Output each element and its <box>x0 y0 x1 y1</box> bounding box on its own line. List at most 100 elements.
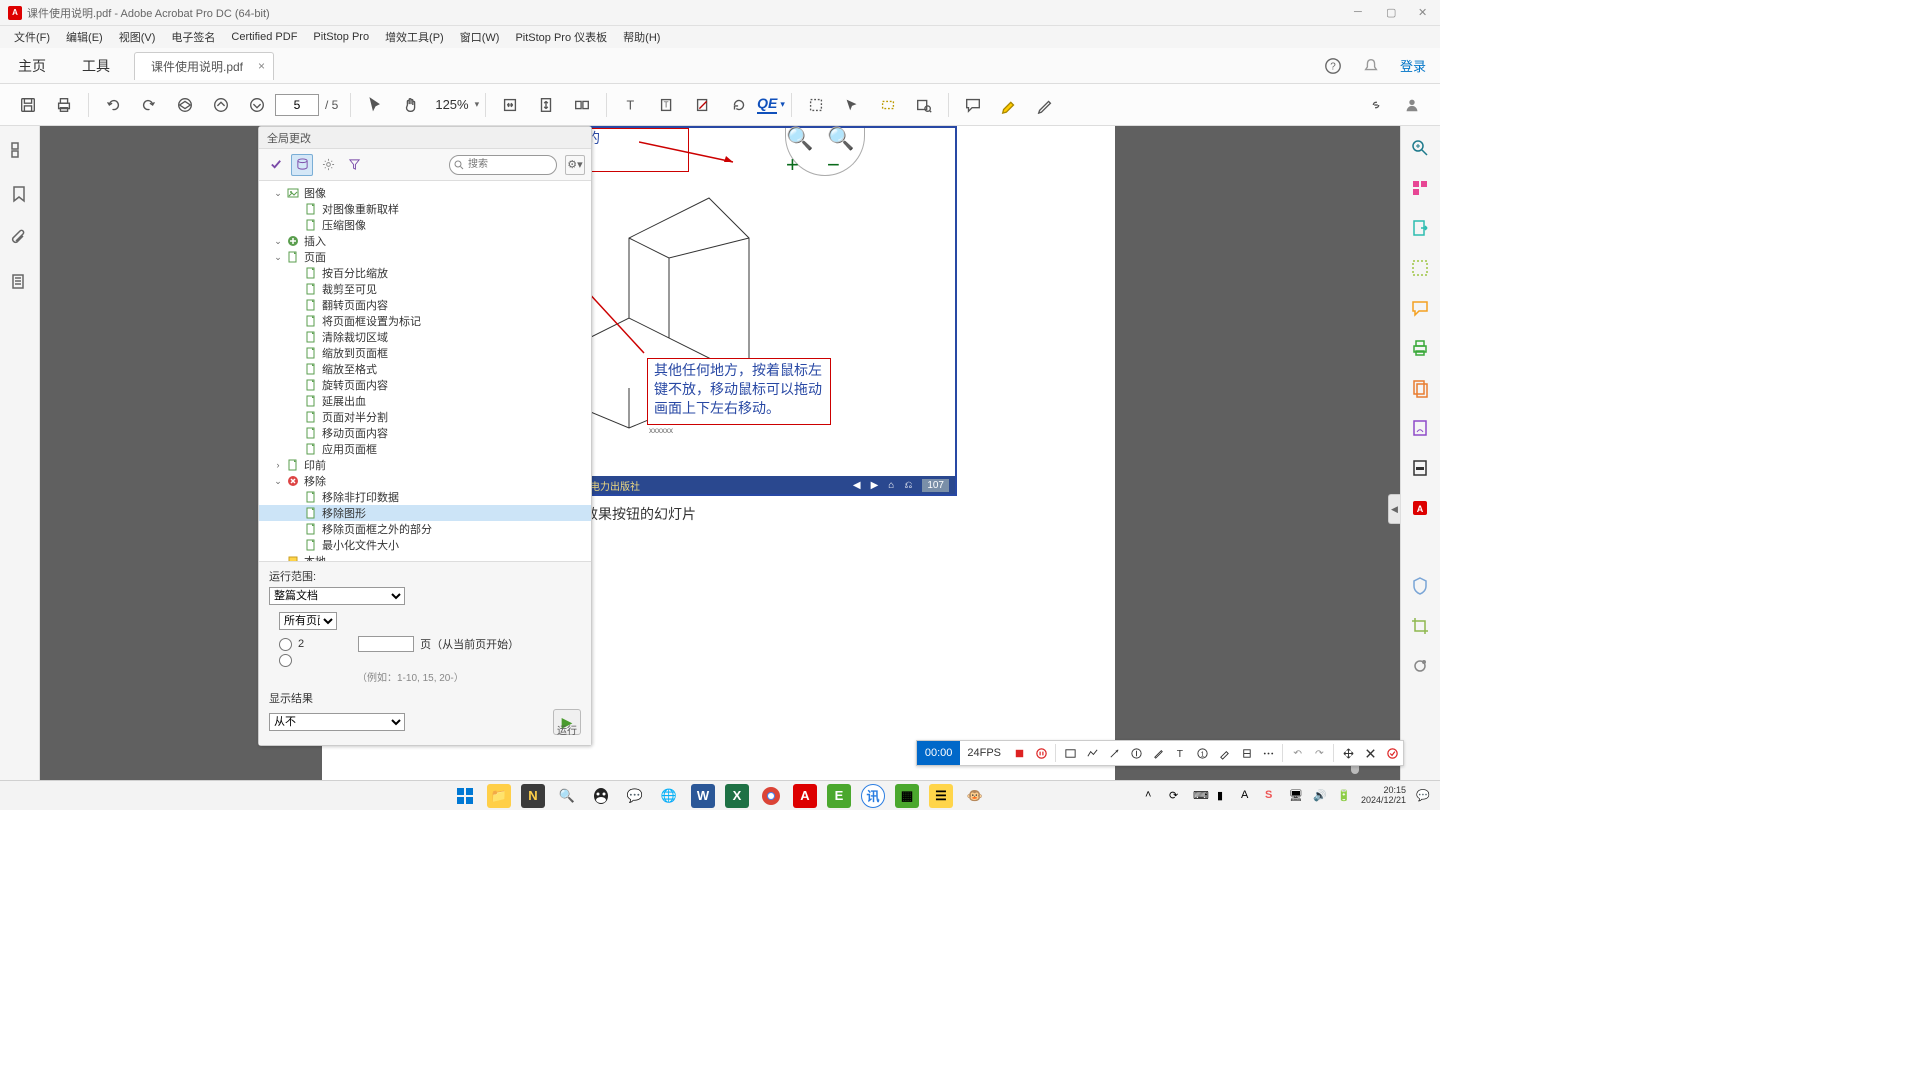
panel-search-input[interactable] <box>449 155 557 175</box>
fill-sign-icon[interactable] <box>1410 418 1432 440</box>
pen-icon[interactable] <box>1031 91 1059 119</box>
tray-battery-icon[interactable]: 🔋 <box>1337 789 1351 803</box>
help-icon[interactable]: ? <box>1324 57 1342 75</box>
undo-icon[interactable] <box>99 91 127 119</box>
show-result-select[interactable]: 从不 <box>269 713 405 731</box>
tree-node[interactable]: 压缩图像 <box>259 217 591 233</box>
recorder-close-button[interactable] <box>1359 742 1381 764</box>
thumbnails-icon[interactable] <box>9 140 31 162</box>
taskbar-clock[interactable]: 20:15 2024/12/21 <box>1361 786 1406 806</box>
wechat-icon[interactable]: 💬 <box>623 784 647 808</box>
recorder-pause-button[interactable] <box>1030 742 1052 764</box>
menu-pitstop-dashboard[interactable]: PitStop Pro 仪表板 <box>507 27 615 47</box>
quick-edit-label[interactable]: QE <box>757 95 777 114</box>
organize-pages-icon[interactable] <box>1410 378 1432 400</box>
excel-icon[interactable]: X <box>725 784 749 808</box>
panel-filter-icon[interactable] <box>343 154 365 176</box>
chrome-icon[interactable] <box>759 784 783 808</box>
edit-pdf-icon[interactable] <box>1410 258 1432 280</box>
close-tab-button[interactable]: × <box>258 59 265 73</box>
tree-node[interactable]: 应用页面框 <box>259 441 591 457</box>
start-button[interactable] <box>453 784 477 808</box>
tree-node[interactable]: ⌄移除 <box>259 473 591 489</box>
acrobat-icon[interactable]: A <box>793 784 817 808</box>
menu-plugins[interactable]: 增效工具(P) <box>377 27 452 47</box>
panel-options-button[interactable]: ⚙▾ <box>565 155 585 175</box>
highlight-icon[interactable] <box>995 91 1023 119</box>
tree-node[interactable]: ›印前 <box>259 457 591 473</box>
tree-node[interactable]: 移动页面内容 <box>259 425 591 441</box>
page-range-radio[interactable] <box>279 638 292 651</box>
arrow-tool-icon[interactable] <box>838 91 866 119</box>
menu-view[interactable]: 视图(V) <box>111 27 164 47</box>
add-text-icon[interactable]: T <box>653 91 681 119</box>
tray-monitor-icon[interactable]: 🖥 <box>1289 789 1303 803</box>
search-taskbar-icon[interactable]: 🔍 <box>555 784 579 808</box>
account-icon[interactable] <box>1398 91 1426 119</box>
page-list-radio[interactable] <box>279 654 292 667</box>
redact-icon[interactable] <box>689 91 717 119</box>
panel-settings-icon[interactable] <box>317 154 339 176</box>
print-icon[interactable] <box>50 91 78 119</box>
recorder-text-icon[interactable]: T <box>1169 742 1191 764</box>
tree-node[interactable]: 移除非打印数据 <box>259 489 591 505</box>
app-icon[interactable]: 🐵 <box>963 784 987 808</box>
panel-approve-icon[interactable] <box>265 154 287 176</box>
evernote-icon[interactable]: E <box>827 784 851 808</box>
window-minimize-button[interactable]: ─ <box>1354 6 1368 20</box>
tray-wps-icon[interactable]: S <box>1265 789 1279 803</box>
tree-toggle-icon[interactable]: ⌄ <box>273 252 283 263</box>
menu-file[interactable]: 文件(F) <box>6 27 58 47</box>
document-tab[interactable]: 课件使用说明.pdf × <box>134 52 274 80</box>
tree-node[interactable]: 对图像重新取样 <box>259 201 591 217</box>
recorder-circle-icon[interactable] <box>1125 742 1147 764</box>
menu-edit[interactable]: 编辑(E) <box>58 27 111 47</box>
recorder-highlight-icon[interactable] <box>1213 742 1235 764</box>
app-icon[interactable]: ▦ <box>895 784 919 808</box>
attachments-icon[interactable] <box>9 228 31 250</box>
menu-help[interactable]: 帮助(H) <box>615 27 668 47</box>
comment-tool-icon[interactable] <box>1410 298 1432 320</box>
login-link[interactable]: 登录 <box>1400 56 1426 75</box>
comment-icon[interactable] <box>959 91 987 119</box>
tree-toggle-icon[interactable]: ⌄ <box>273 188 283 199</box>
tray-keyboard-icon[interactable]: ⌨ <box>1193 789 1207 803</box>
tree-toggle-icon[interactable]: ⌄ <box>273 236 283 247</box>
explorer-icon[interactable]: 📁 <box>487 784 511 808</box>
text-edit-icon[interactable]: T <box>617 91 645 119</box>
vertical-scrollbar[interactable] <box>1350 126 1360 786</box>
tray-notifications-icon[interactable]: 💬 <box>1416 789 1430 803</box>
tray-font-icon[interactable]: A <box>1241 789 1255 803</box>
tree-node[interactable]: ⌄插入 <box>259 233 591 249</box>
screen-recorder-toolbar[interactable]: 00:00 24FPS T 1 <box>916 740 1404 766</box>
page-down-icon[interactable] <box>243 91 271 119</box>
tray-chevron-icon[interactable]: ˄ <box>1145 789 1159 803</box>
recorder-confirm-button[interactable] <box>1381 742 1403 764</box>
tree-node[interactable]: 最小化文件大小 <box>259 537 591 553</box>
tree-node[interactable]: 移除图形 <box>259 505 591 521</box>
tree-node[interactable]: 按百分比缩放 <box>259 265 591 281</box>
menu-esign[interactable]: 电子签名 <box>163 27 223 47</box>
run-scope-select[interactable]: 整篇文档 <box>269 587 405 605</box>
page-up-icon[interactable] <box>207 91 235 119</box>
export-pdf-icon[interactable] <box>1410 218 1432 240</box>
qq-icon[interactable] <box>589 784 613 808</box>
email-icon[interactable] <box>171 91 199 119</box>
word-icon[interactable]: W <box>691 784 715 808</box>
recorder-more-icon[interactable] <box>1257 742 1279 764</box>
tree-node[interactable]: 旋转页面内容 <box>259 377 591 393</box>
select-objects-icon[interactable] <box>802 91 830 119</box>
tree-node[interactable]: ⌄本地 <box>259 553 591 561</box>
recorder-move-icon[interactable] <box>1337 742 1359 764</box>
tree-node[interactable]: 页面对半分割 <box>259 409 591 425</box>
recorder-rect-icon[interactable] <box>1059 742 1081 764</box>
print-tool-icon[interactable] <box>1410 338 1432 360</box>
bell-icon[interactable] <box>1362 57 1380 75</box>
crop-tool-icon[interactable] <box>1410 616 1432 638</box>
tab-home[interactable]: 主页 <box>0 48 64 83</box>
tree-node[interactable]: 将页面框设置为标记 <box>259 313 591 329</box>
redact-tool-icon[interactable] <box>1410 458 1432 480</box>
search-tool-icon[interactable] <box>910 91 938 119</box>
fit-width-icon[interactable] <box>496 91 524 119</box>
fit-page-icon[interactable] <box>532 91 560 119</box>
